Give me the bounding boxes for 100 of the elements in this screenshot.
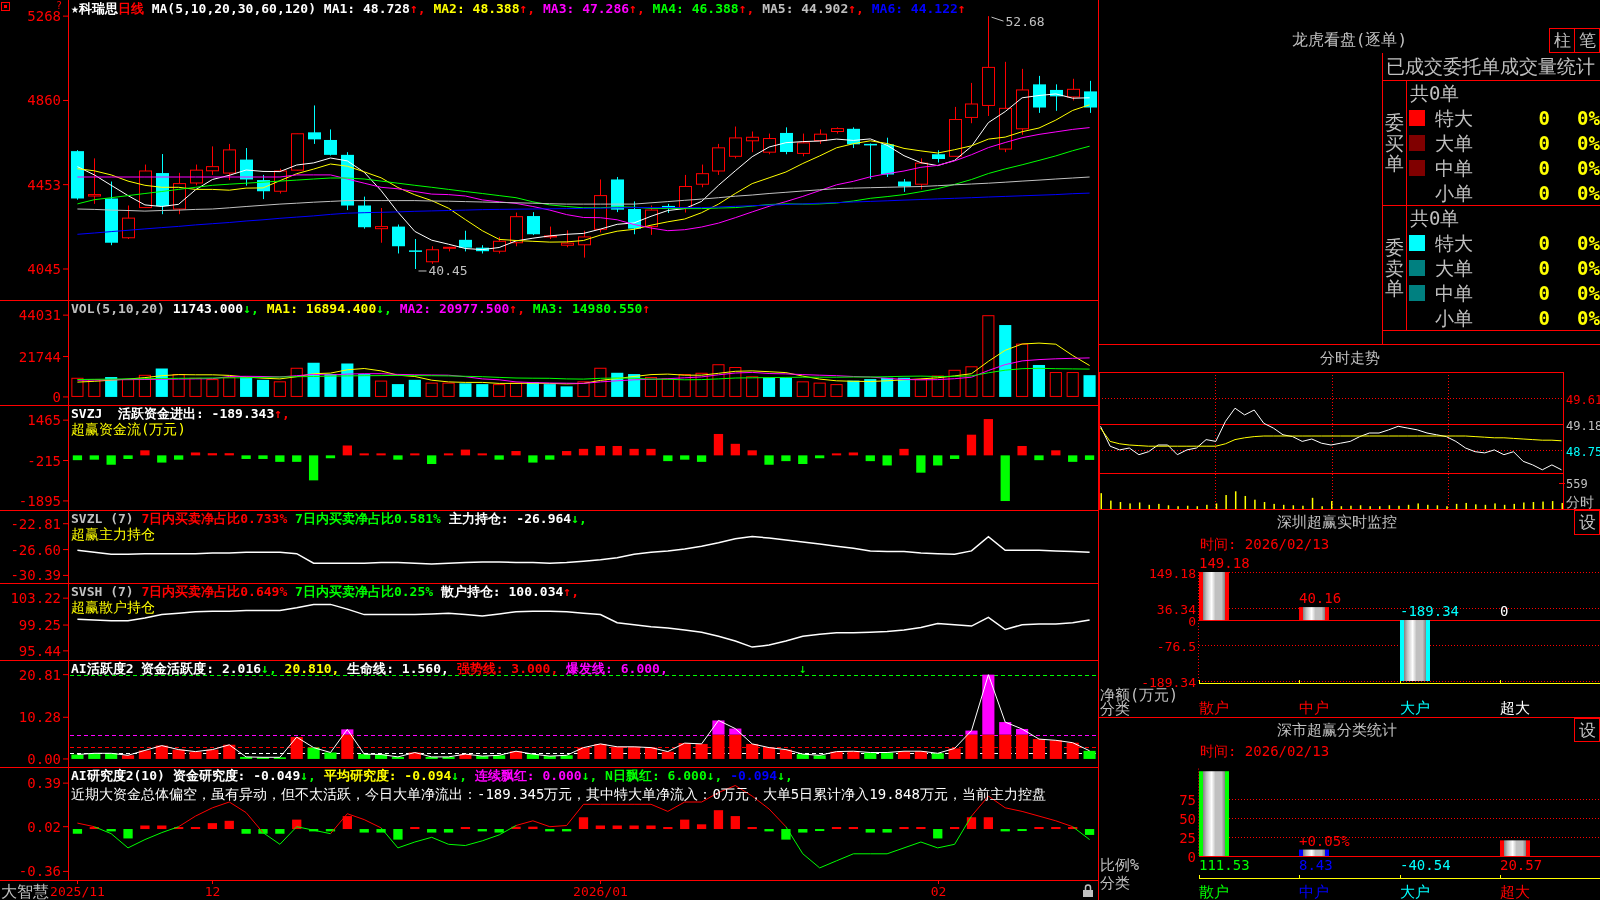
order-size-label: 特大	[1435, 107, 1473, 130]
legend-text: ↓,	[451, 768, 467, 783]
legend-text: AI研究度2(10) 资金研究度: -0.049	[71, 768, 301, 783]
order-count: 0	[1538, 181, 1550, 204]
order-count: 0	[1538, 281, 1550, 304]
date-label: 02	[930, 884, 947, 899]
legend-text: ↑	[957, 1, 966, 16]
legend-text: ↓,	[376, 301, 392, 316]
axis-label: 0	[52, 388, 61, 405]
legend-text: ↑,	[738, 1, 755, 16]
order-size-label: 小单	[1435, 181, 1473, 204]
category-label: 中户	[1299, 699, 1329, 717]
category-label: 超大	[1500, 699, 1530, 717]
legend-text: AI活跃度2 资金活跃度: 2.016	[71, 661, 262, 676]
order-share: 0%	[1577, 257, 1600, 280]
category-label: 大户	[1400, 699, 1430, 717]
axis-label: 1465	[27, 412, 61, 429]
date-label: 2025/11	[50, 884, 105, 899]
panel-title: 深市超赢分类统计	[1276, 720, 1397, 740]
axis-label: 103.22	[10, 590, 61, 607]
order-size-label: 大单	[1435, 132, 1473, 155]
price-annotation: 40.45	[428, 263, 468, 278]
legend-text: MA4: 46.388	[651, 1, 739, 16]
axis-label: -22.81	[10, 515, 61, 532]
order-share: 0%	[1577, 156, 1600, 179]
legend-text: ↑,	[409, 1, 426, 16]
axis-label: 99.25	[18, 617, 61, 634]
axis-label: 4045	[27, 261, 61, 277]
axis-label: 0	[1187, 848, 1196, 865]
order-size-label: 中单	[1435, 156, 1473, 179]
legend-text: SVZL (7)	[71, 511, 134, 526]
value-label: -189.34	[1400, 603, 1459, 620]
legend-text: MA1: 48.728	[322, 1, 410, 16]
axis-label: -215	[27, 452, 61, 469]
legend-text: ↑	[642, 301, 651, 316]
legend-text: 爆发线: 6.000,	[565, 661, 668, 676]
axis-title: 分时	[1566, 494, 1594, 509]
category-label: 中户	[1299, 883, 1329, 900]
legend-text: MA2: 20977.500	[398, 301, 510, 316]
arrow-marker: ↓	[798, 661, 807, 676]
order-total: 共0单	[1410, 206, 1460, 231]
order-size-label: 大单	[1435, 257, 1473, 280]
axis-label: 21744	[18, 348, 61, 365]
axis-label: 4453	[27, 176, 61, 193]
axis-label: 75	[1179, 791, 1196, 808]
timestamp-label: 时间: 2026/02/13	[1200, 535, 1330, 553]
order-size-label: 小单	[1435, 306, 1473, 329]
legend-text: SVZJ 活跃资金进出: -189.343	[71, 406, 275, 421]
order-count: 0	[1538, 107, 1550, 130]
legend-text: 7日内买卖净占比0.649%	[140, 584, 288, 599]
legend-text: 生命线: 1.560,	[346, 661, 449, 676]
legend-text: ↑,	[848, 1, 864, 16]
axis-label: 50	[1179, 810, 1196, 827]
legend-text: 7日内买卖净占比0.25%	[294, 584, 434, 599]
value-label: 149.18	[1199, 555, 1250, 571]
legend-text: 平均研究度: -0.094	[322, 768, 452, 783]
order-share: 0%	[1577, 232, 1600, 255]
axis-label: 10.28	[18, 709, 61, 726]
axis-label: 0.00	[27, 750, 61, 767]
order-share: 0%	[1577, 306, 1600, 329]
side-label: 委买单	[1385, 111, 1404, 175]
axis-title: 比例%	[1100, 856, 1140, 874]
axis-label: 4860	[27, 92, 61, 109]
axis-label: 20.81	[18, 666, 61, 683]
legend-text: ↑,	[519, 1, 536, 16]
side-label: 委卖单	[1385, 236, 1404, 300]
legend-text: 7日内买卖净占比0.581%	[294, 511, 441, 526]
order-size-label: 中单	[1435, 281, 1473, 304]
legend-text: ↑,	[629, 1, 645, 16]
timestamp-label: 时间: 2026/02/13	[1200, 742, 1330, 760]
legend-text: ↓,	[261, 661, 277, 676]
axis-label: -0.36	[18, 863, 61, 880]
axis-label: -76.5	[1156, 638, 1196, 654]
legend-text: 7日内买卖净占比0.733%	[140, 511, 288, 526]
legend-text: ↓,	[581, 768, 598, 783]
order-count: 0	[1538, 156, 1550, 179]
brand-label: 大智慧	[1, 882, 49, 900]
legend-text: 连续飘红: 0.000	[473, 768, 582, 783]
order-share: 0%	[1577, 107, 1600, 130]
value-label: 20.57	[1500, 857, 1543, 873]
order-share: 0%	[1577, 132, 1600, 155]
axis-label: 0.39	[27, 775, 61, 792]
legend-text: VOL(5,10,20)	[71, 301, 165, 316]
order-size-label: 特大	[1435, 232, 1473, 255]
legend-text: 主力持仓: -26.964	[447, 511, 572, 526]
date-label: 12	[204, 884, 221, 899]
legend-text: ↓,	[300, 768, 316, 783]
axis-label: 5268	[27, 8, 61, 25]
value-label: 40.16	[1299, 590, 1342, 607]
table-title: 已成交委托单成交量统计	[1386, 55, 1595, 77]
corner-mark: ?	[56, 0, 63, 11]
axis-label: -26.60	[10, 541, 61, 558]
legend-text: ↑,	[563, 584, 579, 599]
order-count: 0	[1538, 232, 1550, 255]
legend-text: 散户持仓: 100.034	[439, 584, 564, 599]
legend-text: 强势线: 3.000,	[455, 661, 559, 676]
axis-label: -30.39	[10, 567, 61, 583]
axis-title: 分类	[1100, 874, 1130, 892]
category-label: 大户	[1400, 883, 1430, 900]
axis-label: 149.18	[1149, 565, 1196, 581]
